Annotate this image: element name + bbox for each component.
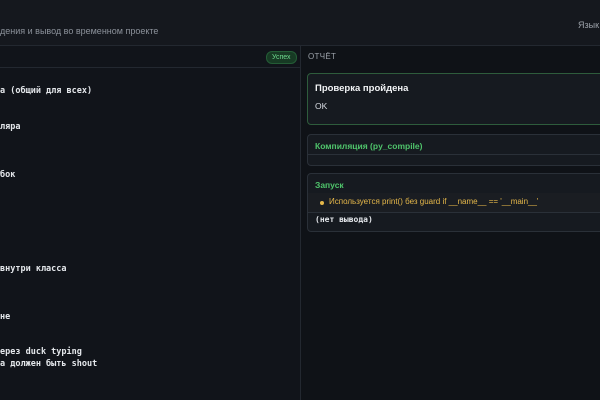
code-line: бок <box>0 170 16 180</box>
page-subtitle: дения и вывод во временном проекте <box>0 26 159 36</box>
pass-card-body: OK <box>315 101 328 111</box>
run-card-title: Запуск <box>315 180 344 190</box>
compile-card-title: Компиляция (py_compile) <box>315 141 423 151</box>
code-line: ерез duck typing <box>0 347 82 357</box>
code-line: а (общий для всех) <box>0 86 93 96</box>
top-bar: дения и вывод во временном проекте Язык <box>0 0 600 46</box>
code-line: не <box>0 312 11 322</box>
code-panel: Успех а (общий для всех) ляра бок внутри… <box>0 46 300 400</box>
code-line: ляра <box>0 122 21 132</box>
status-badge: Успех <box>266 51 297 64</box>
run-output: (нет вывода) <box>315 215 373 224</box>
report-header: ОТЧЁТ <box>308 52 337 61</box>
report-panel: ОТЧЁТ Проверка пройдена OK Компиляция (p… <box>301 46 600 400</box>
pass-card: Проверка пройдена OK <box>307 73 600 125</box>
language-selector[interactable]: Язык <box>578 20 599 30</box>
code-line: а должен быть shout <box>0 359 98 369</box>
card-divider <box>308 212 600 213</box>
pass-card-title: Проверка пройдена <box>315 83 409 94</box>
warning-bullet-icon <box>320 201 324 205</box>
card-divider <box>308 154 600 155</box>
warning-text: Используется print() без guard if __name… <box>329 197 539 206</box>
code-line: внутри класса <box>0 264 67 274</box>
run-card: Запуск Используется print() без guard if… <box>307 173 600 232</box>
code-panel-header: Успех <box>0 46 300 68</box>
compile-card: Компиляция (py_compile) <box>307 134 600 166</box>
